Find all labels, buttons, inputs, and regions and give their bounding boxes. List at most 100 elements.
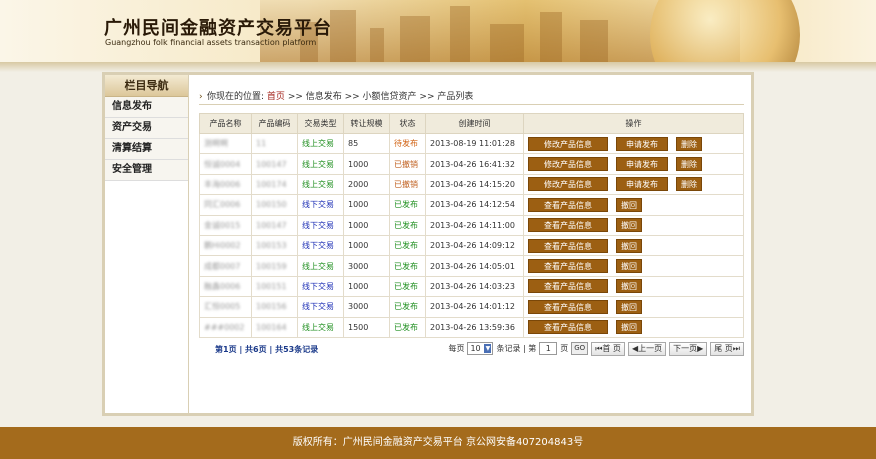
- table-row: 丰海0006 100174 线上交易 2000 已撤销 2013-04-26 14:15:…: [199, 173, 744, 196]
- cell-product-name: 金诚0015: [199, 214, 252, 236]
- cell-actions: 查看产品信息 撤回: [523, 275, 744, 298]
- last-page-button[interactable]: 尾 页⏭: [710, 341, 744, 356]
- cell-status: 待发布: [389, 132, 426, 155]
- product-table: 产品名称 产品编码 交易类型 转让规模 状态 创建时间 操作 测啊啊 11 线上交易…: [199, 113, 744, 338]
- cell-product-code: 100147: [251, 153, 298, 175]
- cell-created-time: 2013-04-26 13:59:36: [425, 316, 524, 338]
- withdraw-button[interactable]: 撤回: [616, 238, 642, 253]
- cell-status: 已发布: [389, 316, 426, 338]
- cell-product-code: 11: [251, 132, 298, 155]
- edit-product-button[interactable]: 修改产品信息: [528, 157, 608, 172]
- cell-created-time: 2013-08-19 11:01:28: [425, 132, 524, 155]
- cell-trade-type: 线上交易: [297, 255, 344, 277]
- cell-created-time: 2013-04-26 14:03:23: [425, 275, 524, 298]
- prev-page-button[interactable]: ◀上一页: [627, 341, 667, 356]
- cell-created-time: 2013-04-26 14:12:54: [425, 194, 524, 216]
- delete-button[interactable]: 删除: [676, 136, 702, 151]
- page-number-input[interactable]: 1: [539, 342, 558, 356]
- view-product-button[interactable]: 查看产品信息: [528, 197, 608, 212]
- last-page-icon: ⏭: [732, 343, 740, 353]
- banner-building: [450, 6, 470, 62]
- col-header-scale: 转让规模: [343, 113, 390, 134]
- cell-product-name: 同汇0006: [199, 194, 252, 216]
- edit-product-button[interactable]: 修改产品信息: [528, 136, 608, 151]
- sidebar-item-info-publish[interactable]: 信息发布: [105, 97, 188, 118]
- withdraw-button[interactable]: 撤回: [616, 197, 642, 212]
- view-product-button[interactable]: 查看产品信息: [528, 218, 608, 233]
- cell-product-code: 100153: [251, 234, 298, 257]
- breadcrumb-path: >> 信息发布 >> 小额信贷资产 >> 产品列表: [287, 92, 474, 102]
- cell-product-code: 100151: [251, 275, 298, 298]
- sidebar-item-asset-trade[interactable]: 资产交易: [105, 118, 188, 139]
- col-header-code: 产品编码: [251, 113, 298, 134]
- edit-product-button[interactable]: 修改产品信息: [528, 177, 608, 192]
- first-page-button[interactable]: ⏮首 页: [591, 341, 625, 356]
- withdraw-button[interactable]: 撤回: [616, 279, 642, 294]
- cell-status: 已发布: [389, 214, 426, 236]
- cell-trade-type: 线上交易: [297, 316, 344, 338]
- breadcrumb-home-link[interactable]: 首页: [267, 92, 285, 102]
- view-product-button[interactable]: 查看产品信息: [528, 320, 608, 335]
- records-label: 条记录 | 第: [496, 344, 537, 354]
- col-header-time: 创建时间: [425, 113, 524, 134]
- withdraw-button[interactable]: 撤回: [616, 299, 642, 314]
- per-page-value: 10: [470, 344, 481, 354]
- next-page-button[interactable]: 下一页▶: [669, 341, 708, 356]
- cell-status: 已发布: [389, 234, 426, 257]
- cell-product-code: 100150: [251, 194, 298, 216]
- banner-building: [330, 10, 356, 62]
- pagination-summary: 第1页 | 共6页 | 共53条记录: [215, 344, 319, 354]
- cell-transfer-scale: 3000: [343, 296, 390, 318]
- col-header-actions: 操作: [523, 113, 744, 134]
- delete-button[interactable]: 删除: [676, 177, 702, 192]
- footer-copyright: 版权所有：广州民间金融资产交易平台 京公网安备407204843号: [0, 427, 876, 459]
- per-page-select[interactable]: 10 ▼: [467, 342, 494, 356]
- table-row: 成都0007 100159 线上交易 3000 已发布 2013-04-26 14:05:…: [199, 255, 744, 277]
- next-page-icon: ▶: [697, 343, 704, 353]
- cell-actions: 查看产品信息 撤回: [523, 194, 744, 216]
- banner-building: [580, 20, 608, 62]
- view-product-button[interactable]: 查看产品信息: [528, 238, 608, 253]
- cell-product-name: 测啊啊: [199, 132, 252, 155]
- sidebar-item-clearing[interactable]: 清算结算: [105, 139, 188, 160]
- withdraw-button[interactable]: 撤回: [616, 259, 642, 274]
- cell-status: 已撤销: [389, 153, 426, 175]
- cell-product-name: 丰海0006: [199, 173, 252, 196]
- apply-publish-button[interactable]: 申请发布: [616, 157, 668, 172]
- sidebar-item-security[interactable]: 安全管理: [105, 160, 188, 181]
- col-header-status: 状态: [389, 113, 426, 134]
- cell-transfer-scale: 1000: [343, 275, 390, 298]
- cell-created-time: 2013-04-26 14:05:01: [425, 255, 524, 277]
- pagination: 第1页 | 共6页 | 共53条记录 每页 10 ▼ 条记录 | 第 1 页 GO…: [199, 341, 744, 358]
- view-product-button[interactable]: 查看产品信息: [528, 259, 608, 274]
- cell-actions: 查看产品信息 撤回: [523, 234, 744, 257]
- cell-product-code: 100164: [251, 316, 298, 338]
- sidebar-title: 栏目导航: [105, 75, 188, 97]
- cell-status: 已发布: [389, 275, 426, 298]
- cell-product-code: 100156: [251, 296, 298, 318]
- table-row: 汇恒0005 100156 线下交易 3000 已发布 2013-04-26 14:01:…: [199, 296, 744, 318]
- table-row: 测啊啊 11 线上交易 85 待发布 2013-08-19 11:01:28 修改产品信息申…: [199, 132, 744, 155]
- cell-trade-type: 线下交易: [297, 214, 344, 236]
- view-product-button[interactable]: 查看产品信息: [528, 299, 608, 314]
- withdraw-button[interactable]: 撤回: [616, 218, 642, 233]
- cell-created-time: 2013-04-26 14:11:00: [425, 214, 524, 236]
- table-header-row: 产品名称 产品编码 交易类型 转让规模 状态 创建时间 操作: [199, 113, 744, 134]
- cell-product-name: 汇恒0005: [199, 296, 252, 318]
- cell-transfer-scale: 85: [343, 132, 390, 155]
- cell-product-code: 100159: [251, 255, 298, 277]
- breadcrumb: › 你现在的位置: 首页 >> 信息发布 >> 小额信贷资产 >> 产品列表: [199, 89, 744, 105]
- delete-button[interactable]: 删除: [676, 157, 702, 172]
- withdraw-button[interactable]: 撤回: [616, 320, 642, 335]
- cell-product-name: 成都0007: [199, 255, 252, 277]
- banner-building: [370, 28, 384, 62]
- cell-trade-type: 线下交易: [297, 296, 344, 318]
- cell-status: 已发布: [389, 255, 426, 277]
- breadcrumb-arrow-icon: ›: [199, 92, 203, 102]
- go-button[interactable]: GO: [571, 342, 589, 356]
- apply-publish-button[interactable]: 申请发布: [616, 136, 668, 151]
- banner-building: [490, 24, 524, 62]
- apply-publish-button[interactable]: 申请发布: [616, 177, 668, 192]
- view-product-button[interactable]: 查看产品信息: [528, 279, 608, 294]
- cell-trade-type: 线下交易: [297, 194, 344, 216]
